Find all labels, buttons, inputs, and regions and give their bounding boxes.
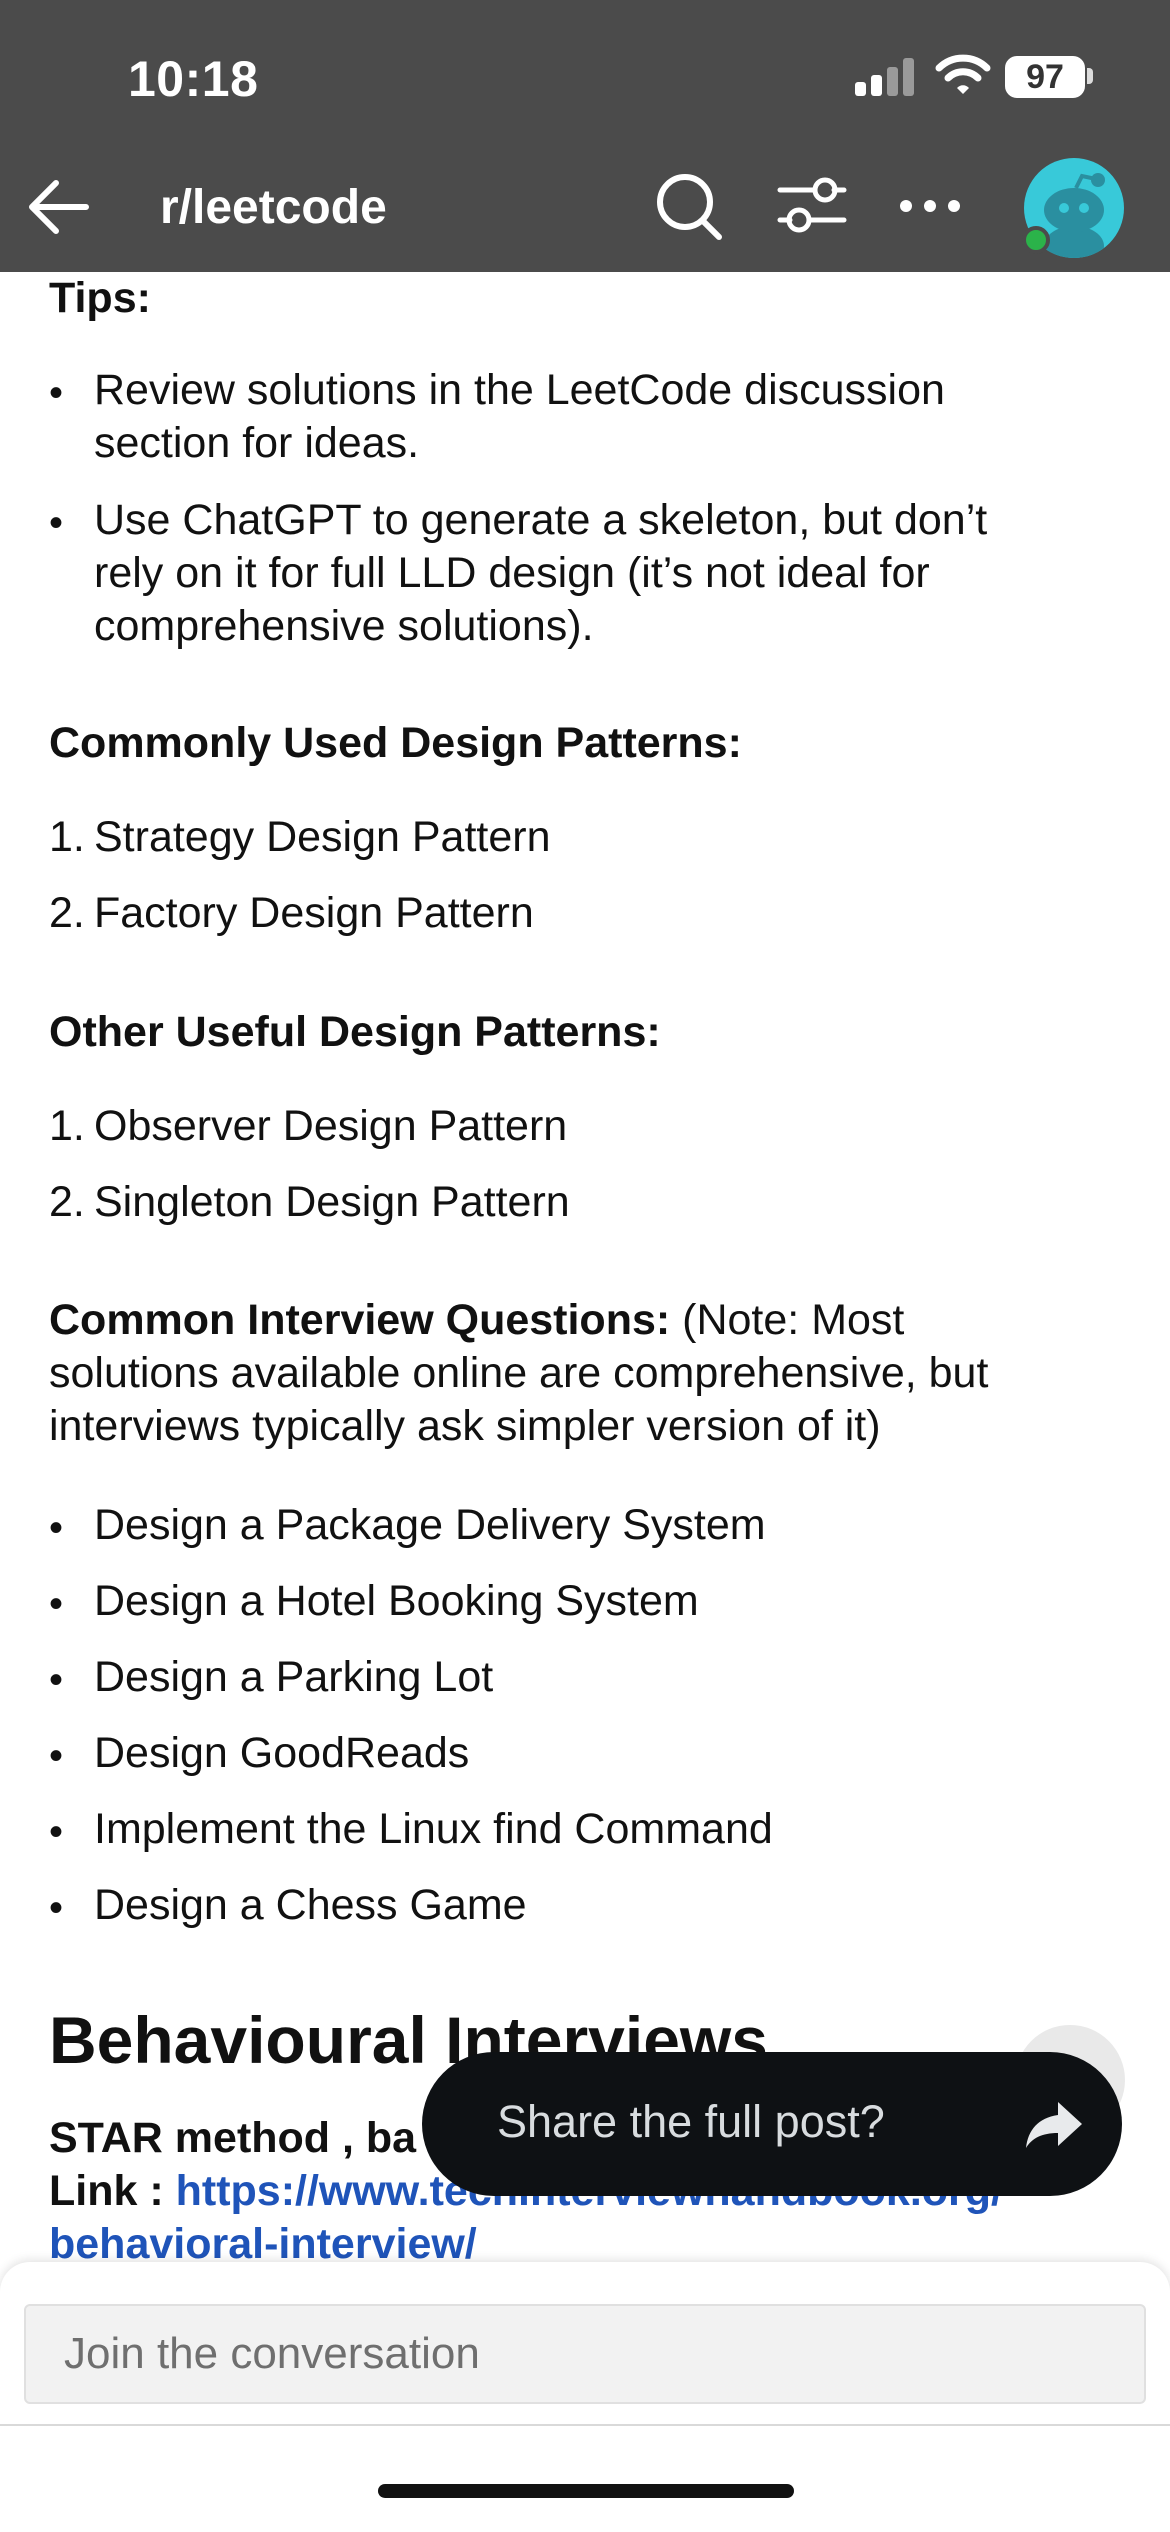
questions-heading: Common Interview Questions: — [49, 1296, 671, 1344]
status-time: 10:18 — [128, 51, 259, 107]
bullet-icon: • — [49, 1506, 64, 1550]
questions-note-line: interviews typically ask simpler version… — [49, 1402, 881, 1450]
tip-line: rely on it for full LLD design (it’s not… — [94, 549, 930, 597]
tips-heading: Tips: — [49, 274, 151, 322]
battery-icon: 97 — [1005, 56, 1085, 98]
filter-sliders-icon[interactable] — [774, 168, 850, 244]
bullet-icon: • — [49, 1886, 64, 1930]
handbook-link-continued[interactable]: behavioral-interview/ — [49, 2218, 1149, 2262]
share-toast[interactable]: Share the full post? — [422, 2052, 1122, 2196]
star-method-text: STAR method , ba — [49, 2114, 417, 2162]
pattern-item: Observer Design Pattern — [94, 1102, 568, 1150]
share-toast-text: Share the full post? — [497, 2096, 885, 2147]
search-icon[interactable] — [652, 168, 728, 244]
tip-line: Use ChatGPT to generate a skeleton, but … — [94, 496, 988, 544]
comment-input[interactable]: Join the conversation — [24, 2304, 1146, 2404]
app-header: 10:18 97 r/leetcode — [0, 0, 1170, 272]
questions-note-line: solutions available online are comprehen… — [49, 1349, 989, 1397]
question-item: Implement the Linux find Command — [94, 1805, 773, 1853]
post-body: Tips: • Review solutions in the LeetCode… — [0, 272, 1170, 2262]
tip-line: section for ideas. — [94, 419, 420, 467]
more-options-icon[interactable] — [892, 168, 968, 244]
question-item: Design GoodReads — [94, 1729, 470, 1777]
bullet-icon: • — [49, 1734, 64, 1778]
other-patterns-heading: Other Useful Design Patterns: — [49, 1008, 661, 1056]
online-status-dot — [1022, 226, 1050, 254]
bullet-icon: • — [49, 1582, 64, 1626]
questions-intro: Common Interview Questions: (Note: Most … — [49, 1294, 1139, 1453]
link-label: Link : — [49, 2167, 176, 2215]
question-item: Design a Parking Lot — [94, 1653, 494, 1701]
cellular-signal-icon — [855, 58, 915, 96]
divider — [0, 2424, 1170, 2426]
list-number: 1. — [49, 813, 85, 861]
questions-note: (Note: Most — [670, 1296, 905, 1344]
list-number: 2. — [49, 889, 85, 937]
pattern-item: Strategy Design Pattern — [94, 813, 551, 861]
question-item: Design a Chess Game — [94, 1881, 527, 1929]
battery-tip-icon — [1087, 68, 1093, 84]
subreddit-title[interactable]: r/leetcode — [160, 180, 387, 235]
tip-line: comprehensive solutions). — [94, 602, 594, 650]
bullet-icon: • — [49, 501, 64, 545]
bullet-icon: • — [49, 1658, 64, 1702]
bullet-icon: • — [49, 371, 64, 415]
share-arrow-icon[interactable] — [1022, 2092, 1086, 2156]
list-number: 1. — [49, 1102, 85, 1150]
tip-item: Review solutions in the LeetCode discuss… — [94, 364, 1094, 470]
common-patterns-heading: Commonly Used Design Patterns: — [49, 719, 742, 767]
tip-item: Use ChatGPT to generate a skeleton, but … — [94, 494, 1094, 653]
back-arrow-icon[interactable] — [22, 172, 96, 242]
question-item: Design a Hotel Booking System — [94, 1577, 699, 1625]
bullet-icon: • — [49, 1810, 64, 1854]
home-indicator[interactable] — [378, 2484, 794, 2498]
list-number: 2. — [49, 1178, 85, 1226]
tip-line: Review solutions in the LeetCode discuss… — [94, 366, 945, 414]
comment-composer: Join the conversation — [0, 2262, 1170, 2532]
question-item: Design a Package Delivery System — [94, 1501, 766, 1549]
battery-percentage: 97 — [1026, 58, 1064, 96]
pattern-item: Factory Design Pattern — [94, 889, 534, 937]
wifi-icon — [935, 54, 991, 94]
questions-intro-line: Common Interview Questions: (Note: Most — [49, 1294, 1139, 1347]
pattern-item: Singleton Design Pattern — [94, 1178, 570, 1226]
